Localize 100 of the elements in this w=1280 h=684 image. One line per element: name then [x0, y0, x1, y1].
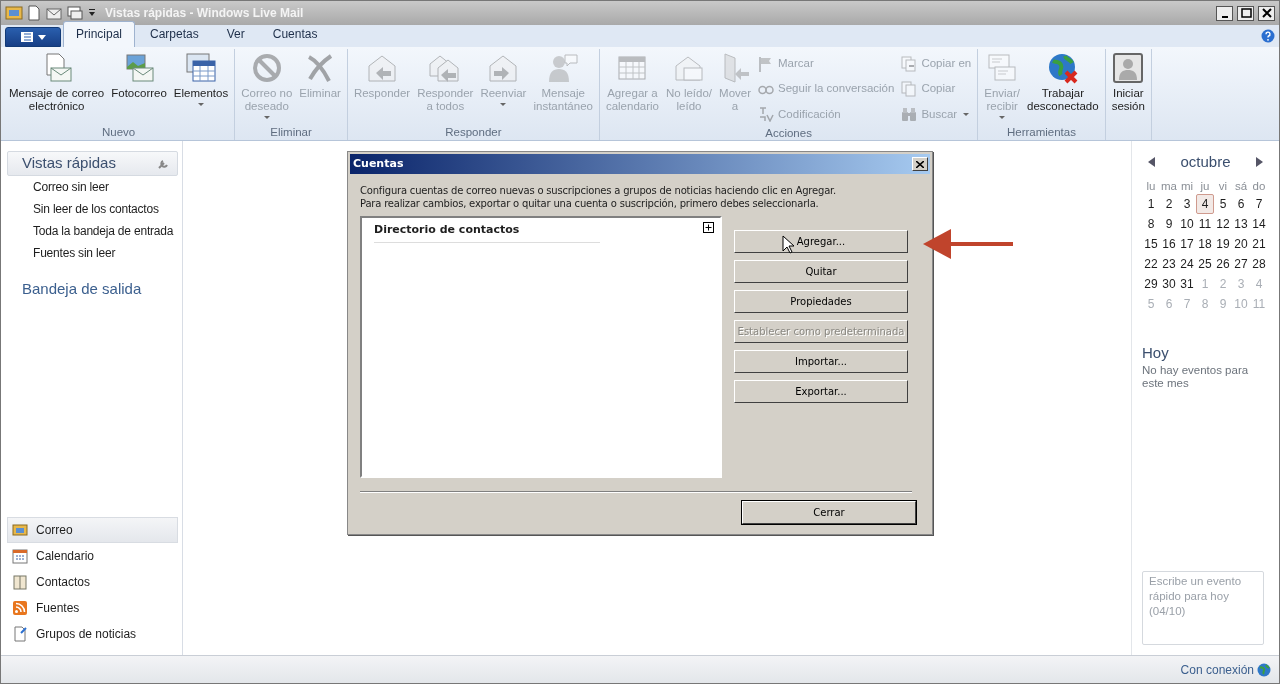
calendar-day[interactable]: 11: [1196, 213, 1214, 234]
weekday-label: ju: [1199, 178, 1211, 194]
previous-month-icon[interactable]: [1148, 157, 1156, 168]
nav-item[interactable]: Fuentes: [7, 595, 178, 621]
ribbon-button[interactable]: Mensaje de correo electrónico: [6, 49, 108, 124]
weekday-label: lu: [1145, 178, 1157, 194]
maximize-button[interactable]: [1237, 5, 1254, 21]
envelope-icon: [45, 5, 63, 21]
ribbon-tab[interactable]: Carpetas: [137, 21, 212, 47]
calendar-day[interactable]: 22: [1142, 253, 1160, 274]
nav-item[interactable]: Correo: [7, 517, 178, 543]
folder-link[interactable]: Toda la bandeja de entrada: [7, 220, 178, 242]
calendar-day[interactable]: 21: [1250, 233, 1268, 254]
help-icon[interactable]: [1261, 29, 1275, 43]
dialog-button[interactable]: Agregar...: [734, 230, 908, 253]
calendar-day[interactable]: 12: [1214, 213, 1232, 234]
calendar-day[interactable]: 10: [1178, 213, 1196, 234]
send-receive-icon: [986, 52, 1019, 84]
weekday-label: mi: [1179, 178, 1195, 194]
calendar-day[interactable]: 4: [1196, 193, 1214, 214]
minimize-button[interactable]: [1216, 5, 1233, 21]
group-label: Acciones: [765, 126, 812, 139]
ribbon-tab[interactable]: Ver: [213, 21, 258, 47]
copy-icon: [901, 80, 918, 97]
newsgroup-icon: [12, 626, 28, 642]
dialog-title-bar: Cuentas: [350, 154, 930, 174]
section-header[interactable]: Vistas rápidas: [7, 151, 178, 176]
globe-icon: [1257, 662, 1271, 677]
calendar-day[interactable]: 17: [1178, 233, 1196, 254]
nav-item[interactable]: Contactos: [7, 569, 178, 595]
quick-event-field[interactable]: Escribe un evento rápido para hoy (04/10): [1142, 571, 1264, 645]
calendar-day[interactable]: 19: [1214, 233, 1232, 254]
ribbon-button[interactable]: Trabajar desconectado: [1024, 49, 1102, 124]
calendar-day[interactable]: 16: [1160, 233, 1178, 254]
ribbon-button[interactable]: Iniciar sesión: [1108, 49, 1148, 124]
group-label: Herramientas: [1006, 126, 1076, 138]
window-title: Vistas rápidas - Windows Live Mail: [105, 5, 304, 22]
calendar-day[interactable]: 6: [1232, 193, 1250, 214]
calendar-day[interactable]: 2: [1160, 193, 1178, 214]
ribbon-tab[interactable]: Principal: [63, 21, 136, 47]
calendar-day[interactable]: 13: [1232, 213, 1250, 234]
app-icon: [5, 4, 23, 22]
folder-link[interactable]: Bandeja de salida: [22, 280, 142, 297]
minimize-icon: [1221, 15, 1228, 18]
dialog-button[interactable]: Propiedades: [734, 290, 908, 313]
dialog-button[interactable]: Quitar: [734, 260, 908, 283]
dialog-button[interactable]: Importar...: [734, 350, 908, 373]
calendar-day[interactable]: 18: [1196, 233, 1214, 254]
folder-link[interactable]: Correo sin leer: [7, 176, 178, 198]
maximize-icon: [1239, 7, 1252, 19]
calendar-day[interactable]: 3: [1178, 193, 1196, 214]
calendar-day[interactable]: 27: [1232, 253, 1250, 274]
ribbon-button[interactable]: Elementos: [170, 49, 232, 124]
nav-item[interactable]: Grupos de noticias: [7, 621, 178, 647]
mouse-pointer-icon: [782, 235, 794, 254]
calendar-day[interactable]: 23: [1160, 253, 1178, 274]
calendar-day[interactable]: 14: [1250, 213, 1268, 234]
calendar-day[interactable]: 7: [1250, 193, 1268, 214]
dropdown-icon: [87, 8, 97, 18]
folder-link[interactable]: Fuentes sin leer: [7, 242, 178, 264]
nav-item[interactable]: Calendario: [7, 543, 178, 569]
group-label: Nuevo: [101, 126, 136, 138]
calendar-day[interactable]: 20: [1232, 233, 1250, 254]
calendar-day[interactable]: 1: [1142, 193, 1160, 214]
calendar-day[interactable]: 26: [1214, 253, 1232, 274]
group-label: Eliminar: [270, 126, 312, 138]
close-button[interactable]: [1258, 5, 1275, 21]
calendar-day[interactable]: 31: [1178, 273, 1196, 294]
app-menu-button[interactable]: [5, 27, 61, 47]
next-month-icon[interactable]: [1255, 157, 1263, 168]
instruction-text: Configura cuentas de correo nuevas o suscripciones a grupos de noticias haciendo clic en Agregar.: [360, 184, 838, 197]
calendar-day[interactable]: 28: [1250, 253, 1268, 274]
empty-message: No hay eventos para este mes: [1142, 364, 1250, 390]
ribbon-tab[interactable]: Cuentas: [259, 21, 331, 47]
calendar-stack-icon: [185, 52, 218, 84]
dialog-button[interactable]: Exportar...: [734, 380, 908, 403]
calendar-day[interactable]: 15: [1142, 233, 1160, 254]
month-title: octubre: [1180, 152, 1231, 172]
close-icon: [916, 160, 924, 168]
weekday-label: do: [1251, 178, 1267, 194]
calendar-day[interactable]: 9: [1160, 213, 1178, 234]
status-text: Con conexión: [1180, 661, 1254, 679]
ribbon-button[interactable]: Fotocorreo: [108, 49, 170, 124]
folder-link[interactable]: Sin leer de los contactos: [7, 198, 178, 220]
calendar-day[interactable]: 25: [1196, 253, 1214, 274]
mail-icon: [12, 522, 28, 538]
copy-to-icon: [901, 55, 918, 72]
binoculars-icon: [901, 106, 918, 123]
photo-mail-icon: [123, 52, 156, 84]
expand-icon[interactable]: [703, 222, 714, 233]
calendar-day[interactable]: 5: [1214, 193, 1232, 214]
calendar-day[interactable]: 30: [1160, 273, 1178, 294]
list-icon: [20, 31, 34, 43]
calendar-day[interactable]: 8: [1142, 213, 1160, 234]
close-dialog-button[interactable]: Cerrar: [742, 501, 916, 524]
weekday-label: vi: [1217, 178, 1229, 194]
calendar-day[interactable]: 24: [1178, 253, 1196, 274]
close-icon: [1260, 7, 1273, 19]
feed-icon: [12, 600, 28, 616]
calendar-day[interactable]: 29: [1142, 273, 1160, 294]
